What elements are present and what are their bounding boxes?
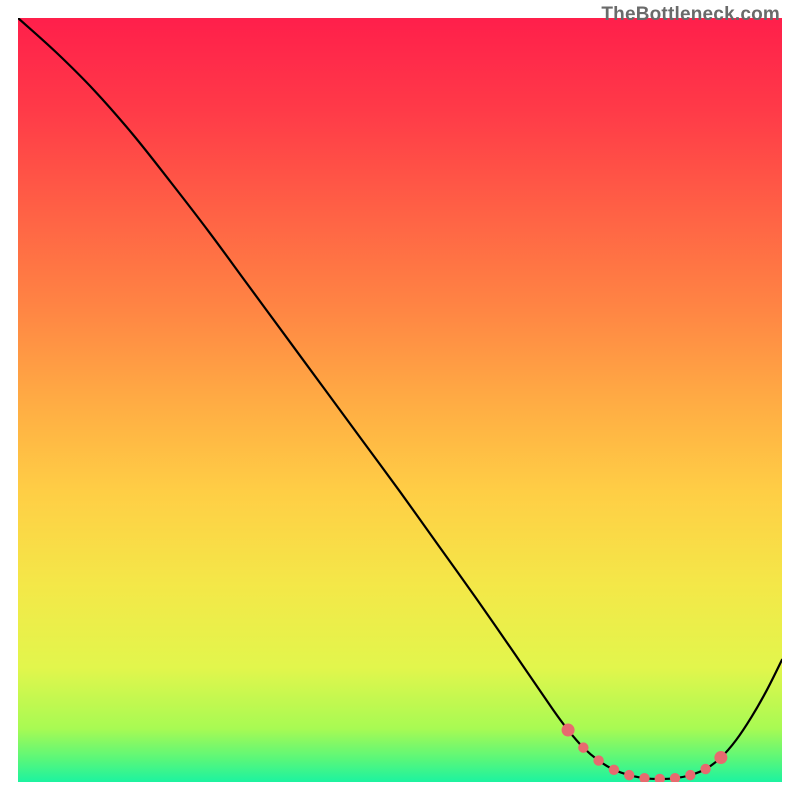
watermark-text: TheBottleneck.com bbox=[601, 4, 780, 26]
marker-dot bbox=[685, 770, 695, 780]
marker-dot bbox=[714, 751, 727, 764]
marker-dot bbox=[624, 770, 634, 780]
plot-area bbox=[18, 18, 782, 782]
marker-dot bbox=[562, 724, 575, 737]
plot-svg bbox=[18, 18, 782, 782]
chart-stage: TheBottleneck.com bbox=[0, 0, 800, 800]
marker-dot bbox=[578, 742, 588, 752]
marker-dot bbox=[593, 755, 603, 765]
marker-dot bbox=[609, 765, 619, 775]
marker-dot bbox=[700, 764, 710, 774]
